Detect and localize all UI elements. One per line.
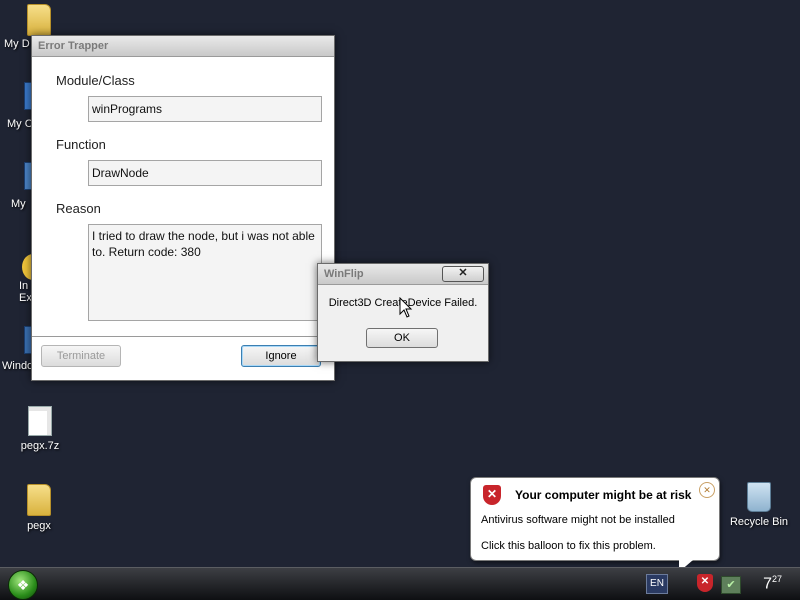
clock-minute: 27 bbox=[771, 574, 782, 584]
function-label: Function bbox=[56, 137, 106, 152]
window-title: Error Trapper bbox=[38, 40, 109, 52]
taskbar: ❖ EN ✕ ✔ 727 bbox=[0, 567, 800, 600]
windows-logo-icon: ❖ bbox=[16, 577, 30, 593]
clock[interactable]: 727 bbox=[763, 574, 782, 593]
module-field[interactable]: winPrograms bbox=[88, 96, 322, 122]
security-balloon[interactable]: ✕ Your computer might be at risk ✕ Antiv… bbox=[470, 477, 720, 572]
close-icon: ✕ bbox=[458, 267, 468, 279]
reason-label: Reason bbox=[56, 201, 101, 216]
function-field[interactable]: DrawNode bbox=[88, 160, 322, 186]
desktop-icon-label: pegx.7z bbox=[20, 440, 60, 452]
desktop-icon-label[interactable]: Windo bbox=[2, 360, 33, 372]
folder-icon[interactable] bbox=[27, 4, 51, 36]
security-shield-icon: ✕ bbox=[483, 485, 501, 505]
terminate-button[interactable]: Terminate bbox=[41, 345, 121, 367]
desktop-icon-pegx-7z[interactable]: pegx.7z bbox=[5, 406, 75, 452]
archive-file-icon bbox=[28, 406, 52, 436]
ok-button[interactable]: OK bbox=[366, 328, 438, 348]
balloon-line-2: Click this balloon to fix this problem. bbox=[481, 540, 656, 552]
balloon-line-1: Antivirus software might not be installe… bbox=[481, 514, 675, 526]
close-button[interactable]: ✕ bbox=[442, 266, 484, 282]
winflip-titlebar[interactable]: WinFlip ✕ bbox=[318, 264, 488, 285]
balloon-title: Your computer might be at risk bbox=[515, 488, 692, 502]
desktop-icon-label[interactable]: Ex bbox=[19, 292, 32, 304]
folder-icon bbox=[27, 484, 51, 516]
desktop-icon-pegx[interactable]: pegx bbox=[4, 484, 74, 532]
security-center-tray-icon[interactable]: ✕ bbox=[697, 574, 713, 592]
desktop-icon-recycle-bin[interactable]: Recycle Bin bbox=[724, 482, 794, 528]
desktop-icon-label[interactable]: My D bbox=[4, 38, 30, 50]
network-tray-icon[interactable]: ✔ bbox=[721, 576, 741, 594]
desktop-icon-label[interactable]: My C bbox=[7, 118, 33, 130]
desktop-icon-label[interactable]: My bbox=[11, 198, 26, 210]
start-button[interactable]: ❖ bbox=[8, 570, 38, 600]
clock-hour: 7 bbox=[763, 575, 772, 593]
desktop-icon-label[interactable]: In bbox=[19, 280, 28, 292]
desktop-icon-label: pegx bbox=[27, 520, 51, 532]
ignore-button[interactable]: Ignore bbox=[241, 345, 321, 367]
language-indicator[interactable]: EN bbox=[646, 574, 668, 594]
balloon-close-button[interactable]: ✕ bbox=[699, 482, 715, 498]
window-title: WinFlip bbox=[324, 268, 364, 280]
module-label: Module/Class bbox=[56, 73, 135, 88]
recycle-bin-icon bbox=[747, 482, 771, 512]
separator bbox=[32, 336, 334, 337]
reason-field[interactable]: I tried to draw the node, but i was not … bbox=[88, 224, 322, 321]
desktop-icon-label: Recycle Bin bbox=[729, 516, 789, 528]
error-trapper-client: Module/Class winPrograms Function DrawNo… bbox=[32, 57, 334, 380]
error-trapper-titlebar[interactable]: Error Trapper bbox=[32, 36, 334, 57]
error-trapper-window: Error Trapper Module/Class winPrograms F… bbox=[31, 35, 335, 381]
close-icon: ✕ bbox=[703, 485, 711, 495]
mouse-cursor-icon bbox=[399, 297, 413, 318]
